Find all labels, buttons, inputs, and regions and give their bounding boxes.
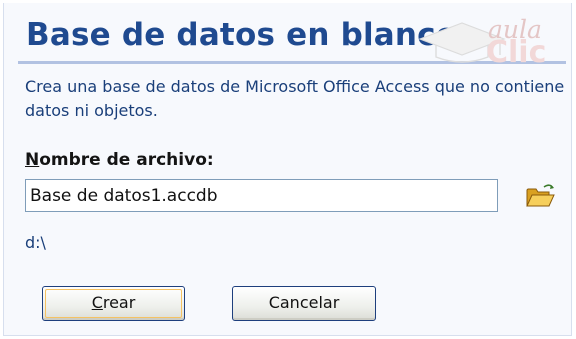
panel-title: Base de datos en blanco [26,17,458,53]
create-button-label: rear [102,293,136,312]
create-button[interactable]: Crear [42,286,185,321]
open-folder-icon [526,184,555,207]
panel-description: Crea una base de datos de Microsoft Offi… [25,77,565,120]
cancel-button-label: Cancelar [268,293,340,312]
create-button-accesskey: C [91,293,103,312]
save-path: d:\ [25,233,46,252]
watermark-clic: Clic [486,35,547,70]
new-database-panel: Base de datos en blanco aula Clic Crea u… [3,3,572,336]
filename-input[interactable] [25,179,498,212]
browse-folder-button[interactable] [524,182,556,210]
watermark-logo: aula Clic [410,11,570,70]
filename-label-text: ombre de archivo: [39,150,214,170]
filename-label-accesskey: N [25,150,40,170]
cancel-button[interactable]: Cancelar [232,286,376,321]
filename-label: Nombre de archivo: [25,150,214,170]
